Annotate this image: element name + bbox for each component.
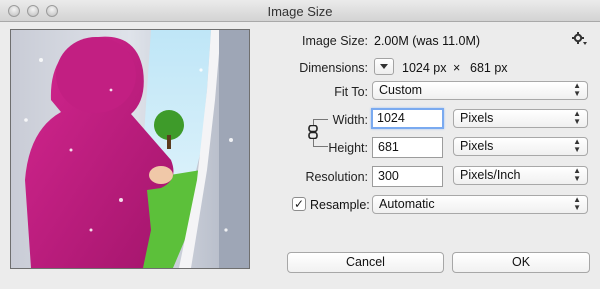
fit-to-value: Custom [379, 83, 423, 97]
select-arrows-icon: ▲ ▼ [573, 81, 581, 98]
resolution-label: Resolution: [305, 170, 368, 184]
preview-image [11, 30, 249, 268]
image-size-value: 2.00M (was 11.0M) [374, 34, 481, 48]
select-arrows-icon: ▲ ▼ [573, 166, 581, 183]
height-label: Height: [328, 141, 368, 155]
ok-button[interactable]: OK [452, 252, 590, 273]
height-unit-value: Pixels [460, 139, 494, 153]
select-arrows-icon: ▲ ▼ [573, 195, 581, 212]
dimensions-times: × [453, 61, 461, 75]
select-arrows-icon: ▲ ▼ [573, 137, 581, 154]
resample-select[interactable]: Automatic ▲ ▼ [372, 195, 588, 214]
resample-label: Resample: [310, 198, 370, 212]
width-unit-value: Pixels [460, 111, 494, 125]
cancel-button[interactable]: Cancel [287, 252, 444, 273]
triangle-down-icon[interactable] [374, 58, 394, 75]
resample-checkbox[interactable]: ✓ [292, 197, 306, 211]
width-label: Width: [332, 113, 368, 127]
resolution-unit-value: Pixels/Inch [460, 168, 521, 182]
title-bar: Image Size [0, 0, 600, 22]
image-size-label: Image Size: [301, 34, 368, 48]
resolution-input[interactable]: 300 [372, 166, 443, 187]
fit-to-label: Fit To: [334, 85, 368, 99]
height-unit-select[interactable]: Pixels ▲ ▼ [453, 137, 588, 156]
image-size-dialog: Image Size Image Size: 2.00M (was 11.0M)… [0, 0, 600, 289]
resample-value: Automatic [379, 197, 435, 211]
chain-link-icon[interactable] [307, 124, 319, 140]
select-arrows-icon: ▲ ▼ [573, 109, 581, 126]
image-preview[interactable] [10, 29, 250, 269]
dimensions-label: Dimensions: [299, 61, 368, 75]
gear-icon[interactable] [571, 31, 587, 47]
fit-to-select[interactable]: Custom ▲ ▼ [372, 81, 588, 100]
window-title: Image Size [267, 4, 333, 19]
width-unit-select[interactable]: Pixels ▲ ▼ [453, 109, 588, 128]
width-input[interactable]: 1024 [371, 108, 444, 129]
dimensions-width-value: 1024 px [402, 61, 447, 75]
resolution-unit-select[interactable]: Pixels/Inch ▲ ▼ [453, 166, 588, 185]
height-input[interactable]: 681 [372, 137, 443, 158]
dimensions-height-value: 681 px [470, 61, 508, 75]
